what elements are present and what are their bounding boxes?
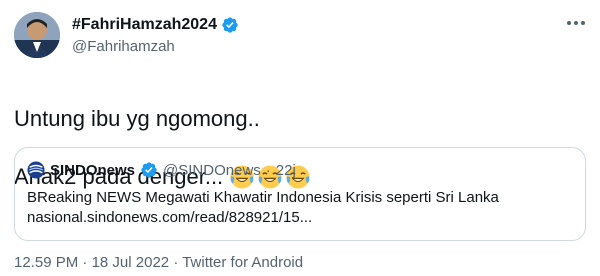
tweet-date[interactable]: 18 Jul 2022 xyxy=(92,254,170,271)
author-block: #FahriHamzah2024 @Fahrihamzah xyxy=(72,15,239,55)
quoted-separator: · xyxy=(265,161,271,179)
author-display-name[interactable]: #FahriHamzah2024 xyxy=(72,16,217,34)
meta-separator: · xyxy=(82,254,88,271)
quoted-headline: BReaking NEWS Megawati Khawatir Indonesi… xyxy=(27,189,499,206)
quoted-tweet-header: SINDOnews @SINDOnews · 22j xyxy=(27,160,573,180)
sindonews-logo-icon[interactable] xyxy=(27,161,45,179)
quoted-link[interactable]: nasional.sindonews.com/read/828921/15... xyxy=(27,208,573,228)
quoted-tweet-body: BReaking NEWS Megawati Khawatir Indonesi… xyxy=(27,188,573,228)
more-options-icon[interactable] xyxy=(562,12,590,34)
tweet-time[interactable]: 12.59 PM xyxy=(14,254,78,271)
quoted-tweet-card[interactable]: SINDOnews @SINDOnews · 22j BReaking NEWS… xyxy=(14,147,586,241)
meta-separator: · xyxy=(173,254,179,271)
author-avatar[interactable] xyxy=(14,12,60,58)
verified-badge-icon xyxy=(221,16,239,34)
tweet-text-line-1: Untung ibu yg ngomong.. xyxy=(14,106,260,131)
tweet-source[interactable]: Twitter for Android xyxy=(182,254,303,271)
tweet-meta: 12.59 PM · 18 Jul 2022 · Twitter for And… xyxy=(14,254,303,271)
quoted-verified-badge-icon xyxy=(140,161,158,179)
author-handle[interactable]: @Fahrihamzah xyxy=(72,38,239,55)
quoted-author-handle[interactable]: @SINDOnews xyxy=(163,162,261,179)
profile-photo-icon xyxy=(14,12,60,58)
quoted-timestamp[interactable]: 22j xyxy=(276,162,296,179)
quoted-author-name[interactable]: SINDOnews xyxy=(50,162,135,179)
tweet-card: #FahriHamzah2024 @Fahrihamzah Untung ibu… xyxy=(0,0,600,276)
